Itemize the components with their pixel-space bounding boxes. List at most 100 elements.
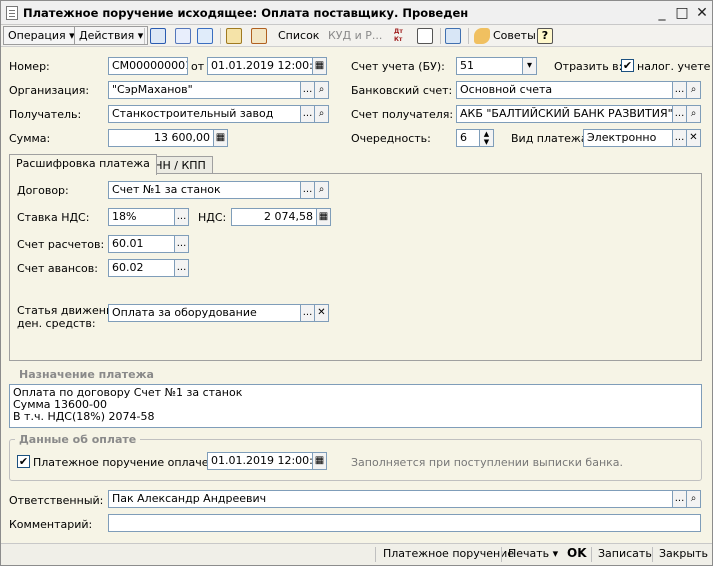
list-button[interactable]: Список <box>273 26 324 45</box>
comment-label: Комментарий: <box>9 518 93 531</box>
unpost-document-icon[interactable] <box>251 28 267 44</box>
purpose-line: Оплата по договору Счет №1 за станок <box>13 386 243 399</box>
calendar-icon[interactable]: ▦ <box>313 57 327 75</box>
tab-payment-details[interactable]: Расшифровка платежа <box>9 154 157 175</box>
priority-field[interactable]: 6 <box>456 129 480 147</box>
back-arrow-icon[interactable] <box>150 28 166 44</box>
actions-menu[interactable]: Действия ▾ <box>74 26 149 45</box>
tips-button[interactable]: Советы <box>488 26 541 45</box>
settlement-account-field[interactable]: 60.01 <box>108 235 175 253</box>
select-ellipsis-icon[interactable]: ... <box>301 181 315 199</box>
vat-field[interactable]: 2 074,58 <box>231 208 317 226</box>
close-form-button[interactable]: Закрыть <box>659 547 708 560</box>
separator <box>375 547 376 562</box>
select-ellipsis-icon[interactable]: ... <box>673 490 687 508</box>
select-ellipsis-icon[interactable]: ... <box>301 304 315 322</box>
refresh-icon[interactable] <box>197 28 213 44</box>
post-document-icon[interactable] <box>226 28 242 44</box>
toolbar: Операция ▾ Действия ▾ Список КУД и Р... … <box>1 25 712 47</box>
search-icon[interactable]: ⌕ <box>687 81 701 99</box>
toolbar-separator <box>440 28 441 44</box>
calculator-icon[interactable]: ▦ <box>214 129 228 147</box>
contract-label: Договор: <box>17 184 69 197</box>
purpose-title: Назначение платежа <box>19 368 154 381</box>
vat-rate-label: Ставка НДС: <box>17 211 90 224</box>
dt-kt-icon[interactable]: Дт Кт <box>394 28 410 44</box>
tax-accounting-label: налог. учете <box>637 60 711 73</box>
paid-label: Платежное поручение оплачено: <box>33 456 227 469</box>
paid-checkbox[interactable]: ✔ <box>17 455 30 468</box>
close-button[interactable]: ✕ <box>693 4 711 22</box>
bank-account-field[interactable]: Основной счета <box>456 81 673 99</box>
clear-icon[interactable]: ✕ <box>687 129 701 147</box>
document-window: Платежное поручение исходящее: Оплата по… <box>0 0 713 566</box>
select-ellipsis-icon[interactable]: ... <box>673 105 687 123</box>
actions-label: Действия <box>79 29 135 42</box>
window-title: Платежное поручение исходящее: Оплата по… <box>23 6 469 20</box>
select-ellipsis-icon[interactable]: ... <box>301 81 315 99</box>
responsible-field[interactable]: Пак Александр Андреевич <box>108 490 673 508</box>
number-field[interactable]: СМ000000001 <box>108 57 188 75</box>
account-bu-field[interactable]: 51 <box>456 57 523 75</box>
advance-account-field[interactable]: 60.02 <box>108 259 175 277</box>
document-icon <box>6 6 18 20</box>
bottom-action-bar: Платежное поручение Печать ▾ OK Записать… <box>1 543 712 565</box>
cashflow-label: Статья движения <box>17 304 120 317</box>
select-ellipsis-icon[interactable]: ... <box>301 105 315 123</box>
account-bu-label: Счет учета (БУ): <box>351 60 445 73</box>
report-icon[interactable] <box>417 28 433 44</box>
dropdown-arrow-icon[interactable]: ▾ <box>523 57 537 75</box>
date-label: от <box>191 60 205 73</box>
title-bar: Платежное поручение исходящее: Оплата по… <box>1 1 712 25</box>
calendar-icon[interactable]: ▦ <box>313 452 327 470</box>
comment-field[interactable] <box>108 514 701 532</box>
kud-button[interactable]: КУД и Р... <box>323 26 387 45</box>
sum-field[interactable]: 13 600,00 <box>108 129 214 147</box>
save-button[interactable]: Записать <box>598 547 652 560</box>
search-icon[interactable]: ⌕ <box>315 105 329 123</box>
organization-field[interactable]: "СэрМаханов" <box>108 81 301 99</box>
calculator-icon[interactable]: ▦ <box>317 208 331 226</box>
structure-icon[interactable] <box>445 28 461 44</box>
reflect-label: Отразить в: <box>554 60 623 73</box>
separator <box>652 547 653 562</box>
document-view-icon[interactable] <box>175 28 191 44</box>
recipient-field[interactable]: Станкостроительный завод <box>108 105 301 123</box>
organization-label: Организация: <box>9 84 90 97</box>
separator <box>501 547 502 562</box>
tax-accounting-checkbox[interactable]: ✔ <box>621 59 634 72</box>
print-form-button[interactable]: Платежное поручение <box>383 547 514 560</box>
purpose-textarea[interactable]: Оплата по договору Счет №1 за станок Сум… <box>9 384 702 428</box>
purpose-line: В т.ч. НДС(18%) 2074-58 <box>13 410 155 423</box>
contract-field[interactable]: Счет №1 за станок <box>108 181 301 199</box>
payment-type-label: Вид платежа: <box>511 132 592 145</box>
toolbar-separator <box>468 28 469 44</box>
search-icon[interactable]: ⌕ <box>315 81 329 99</box>
vat-rate-field[interactable]: 18% <box>108 208 175 226</box>
select-ellipsis-icon[interactable]: ... <box>673 81 687 99</box>
operation-menu[interactable]: Операция ▾ <box>3 26 80 45</box>
ok-button[interactable]: OK <box>567 546 587 560</box>
responsible-label: Ответственный: <box>9 494 104 507</box>
maximize-button[interactable]: □ <box>673 4 691 22</box>
search-icon[interactable]: ⌕ <box>687 490 701 508</box>
select-ellipsis-icon[interactable]: ... <box>673 129 687 147</box>
select-ellipsis-icon[interactable]: ... <box>175 259 189 277</box>
cashflow-field[interactable]: Оплата за оборудование <box>108 304 301 322</box>
payment-type-field[interactable]: Электронно <box>583 129 673 147</box>
paid-hint: Заполняется при поступлении выписки банк… <box>351 456 624 469</box>
search-icon[interactable]: ⌕ <box>687 105 701 123</box>
search-icon[interactable]: ⌕ <box>315 181 329 199</box>
paid-date-field[interactable]: 01.01.2019 12:00:05 <box>207 452 313 470</box>
date-field[interactable]: 01.01.2019 12:00:05 <box>207 57 313 75</box>
priority-spinner-icon[interactable]: ▲ ▼ <box>480 129 494 147</box>
recipient-account-field[interactable]: АКБ "БАЛТИЙСКИЙ БАНК РАЗВИТИЯ" ( <box>456 105 673 123</box>
help-icon[interactable]: ? <box>537 28 553 44</box>
clear-icon[interactable]: ✕ <box>315 304 329 322</box>
print-menu-button[interactable]: Печать ▾ <box>508 547 558 560</box>
priority-label: Очередность: <box>351 132 431 145</box>
select-ellipsis-icon[interactable]: ... <box>175 235 189 253</box>
cashflow-label-line2: ден. средств: <box>17 317 96 330</box>
minimize-button[interactable]: _ <box>653 4 671 22</box>
select-ellipsis-icon[interactable]: ... <box>175 208 189 226</box>
